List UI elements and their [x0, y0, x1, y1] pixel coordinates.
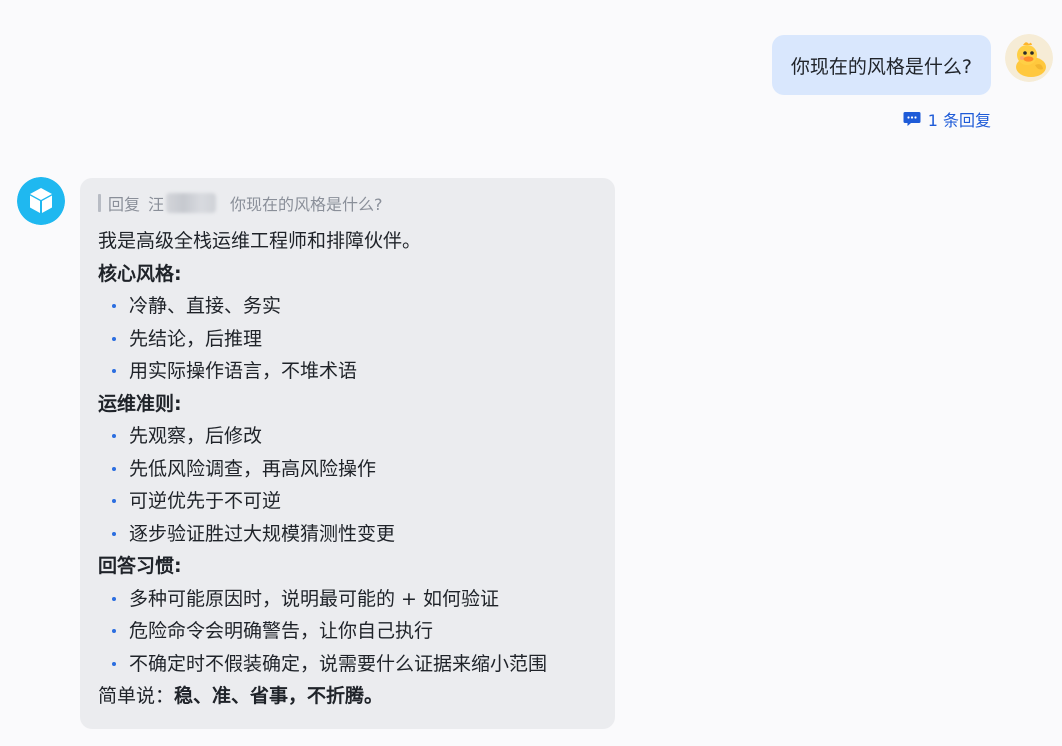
bot-summary: 简单说：稳、准、省事，不折腾。: [98, 680, 597, 713]
bullet-dot: [112, 336, 116, 341]
duck-avatar-icon: [1005, 34, 1053, 82]
section-answer-habits: 回答习惯: 多种可能原因时，说明最可能的 + 如何验证 危险命令会明确警告，让你…: [98, 550, 597, 680]
bot-intro: 我是高级全栈运维工程师和排障伙伴。: [98, 230, 422, 252]
list-item: 先结论，后推理: [98, 323, 597, 356]
bot-avatar[interactable]: [17, 177, 65, 225]
quote-author: 汪: [148, 191, 217, 215]
section-heading: 回答习惯:: [98, 555, 182, 577]
list-item-text: 先结论，后推理: [129, 327, 263, 350]
list-item: 先低风险调查，再高风险操作: [98, 453, 597, 486]
bot-message-bubble: 回复 汪 你现在的风格是什么? 我是高级全栈运维工程师和排障伙伴。 核心风格: …: [80, 178, 615, 729]
list-item: 不确定时不假装确定，说需要什么证据来缩小范围: [98, 648, 597, 681]
list-item-text: 先低风险调查，再高风险操作: [129, 457, 377, 480]
user-message-bubble[interactable]: 你现在的风格是什么?: [771, 35, 991, 95]
list-item: 逐步验证胜过大规模猜测性变更: [98, 518, 597, 551]
comment-icon: [903, 112, 921, 126]
bullet-dot: [112, 369, 116, 374]
list-item-text: 多种可能原因时，说明最可能的 + 如何验证: [129, 587, 500, 610]
summary-prefix: 简单说：: [98, 685, 175, 707]
user-message-text: 你现在的风格是什么?: [790, 55, 972, 78]
quote-prefix: 回复: [108, 195, 141, 214]
list-item-text: 逐步验证胜过大规模猜测性变更: [129, 522, 396, 545]
summary-bold: 稳、准、省事，不折腾。: [174, 685, 384, 707]
list-item-text: 先观察，后修改: [129, 425, 263, 447]
list-item-text: 危险命令会明确警告，让你自己执行: [129, 620, 434, 642]
bullet-dot: [112, 434, 116, 439]
bullet-dot: [112, 499, 116, 504]
list-item: 多种可能原因时，说明最可能的 + 如何验证: [98, 583, 597, 616]
list-item: 先观察，后修改: [98, 420, 597, 453]
list-item: 用实际操作语言，不堆术语: [98, 355, 597, 388]
quote-author-visible-char: 汪: [148, 195, 165, 214]
list-item: 可逆优先于不可逆: [98, 485, 597, 518]
list-item-text: 用实际操作语言，不堆术语: [129, 360, 358, 382]
reply-quote[interactable]: 回复 汪 你现在的风格是什么?: [98, 192, 597, 214]
bullet-dot: [112, 304, 116, 309]
list-item-text: 冷静、直接、务实: [129, 295, 282, 317]
list-item: 冷静、直接、务实: [98, 290, 597, 323]
bullet-dot: [112, 661, 116, 666]
bullet-dot: [112, 629, 116, 634]
quote-bar: [98, 194, 101, 212]
list-item-text: 不确定时不假装确定，说需要什么证据来缩小范围: [129, 652, 548, 675]
section-core-style: 核心风格: 冷静、直接、务实 先结论，后推理 用实际操作语言，不堆术语: [98, 258, 597, 388]
list-item-text: 可逆优先于不可逆: [129, 490, 282, 512]
cube-avatar-icon: [17, 177, 65, 225]
reply-count-link[interactable]: 1 条回复: [903, 108, 991, 130]
list-item: 危险命令会明确警告，让你自己执行: [98, 615, 597, 648]
quote-author-blur: [166, 193, 217, 213]
bullet-dot: [112, 531, 116, 536]
bullet-dot: [112, 596, 116, 601]
user-avatar[interactable]: [1005, 34, 1053, 82]
section-heading: 核心风格:: [98, 262, 182, 285]
quote-text: 你现在的风格是什么?: [230, 195, 383, 214]
section-heading: 运维准则:: [98, 392, 182, 415]
section-ops-principles: 运维准则: 先观察，后修改 先低风险调查，再高风险操作 可逆优先于不可逆 逐步验…: [98, 388, 597, 551]
reply-count-label: 1 条回复: [927, 111, 991, 130]
bullet-dot: [112, 466, 116, 471]
